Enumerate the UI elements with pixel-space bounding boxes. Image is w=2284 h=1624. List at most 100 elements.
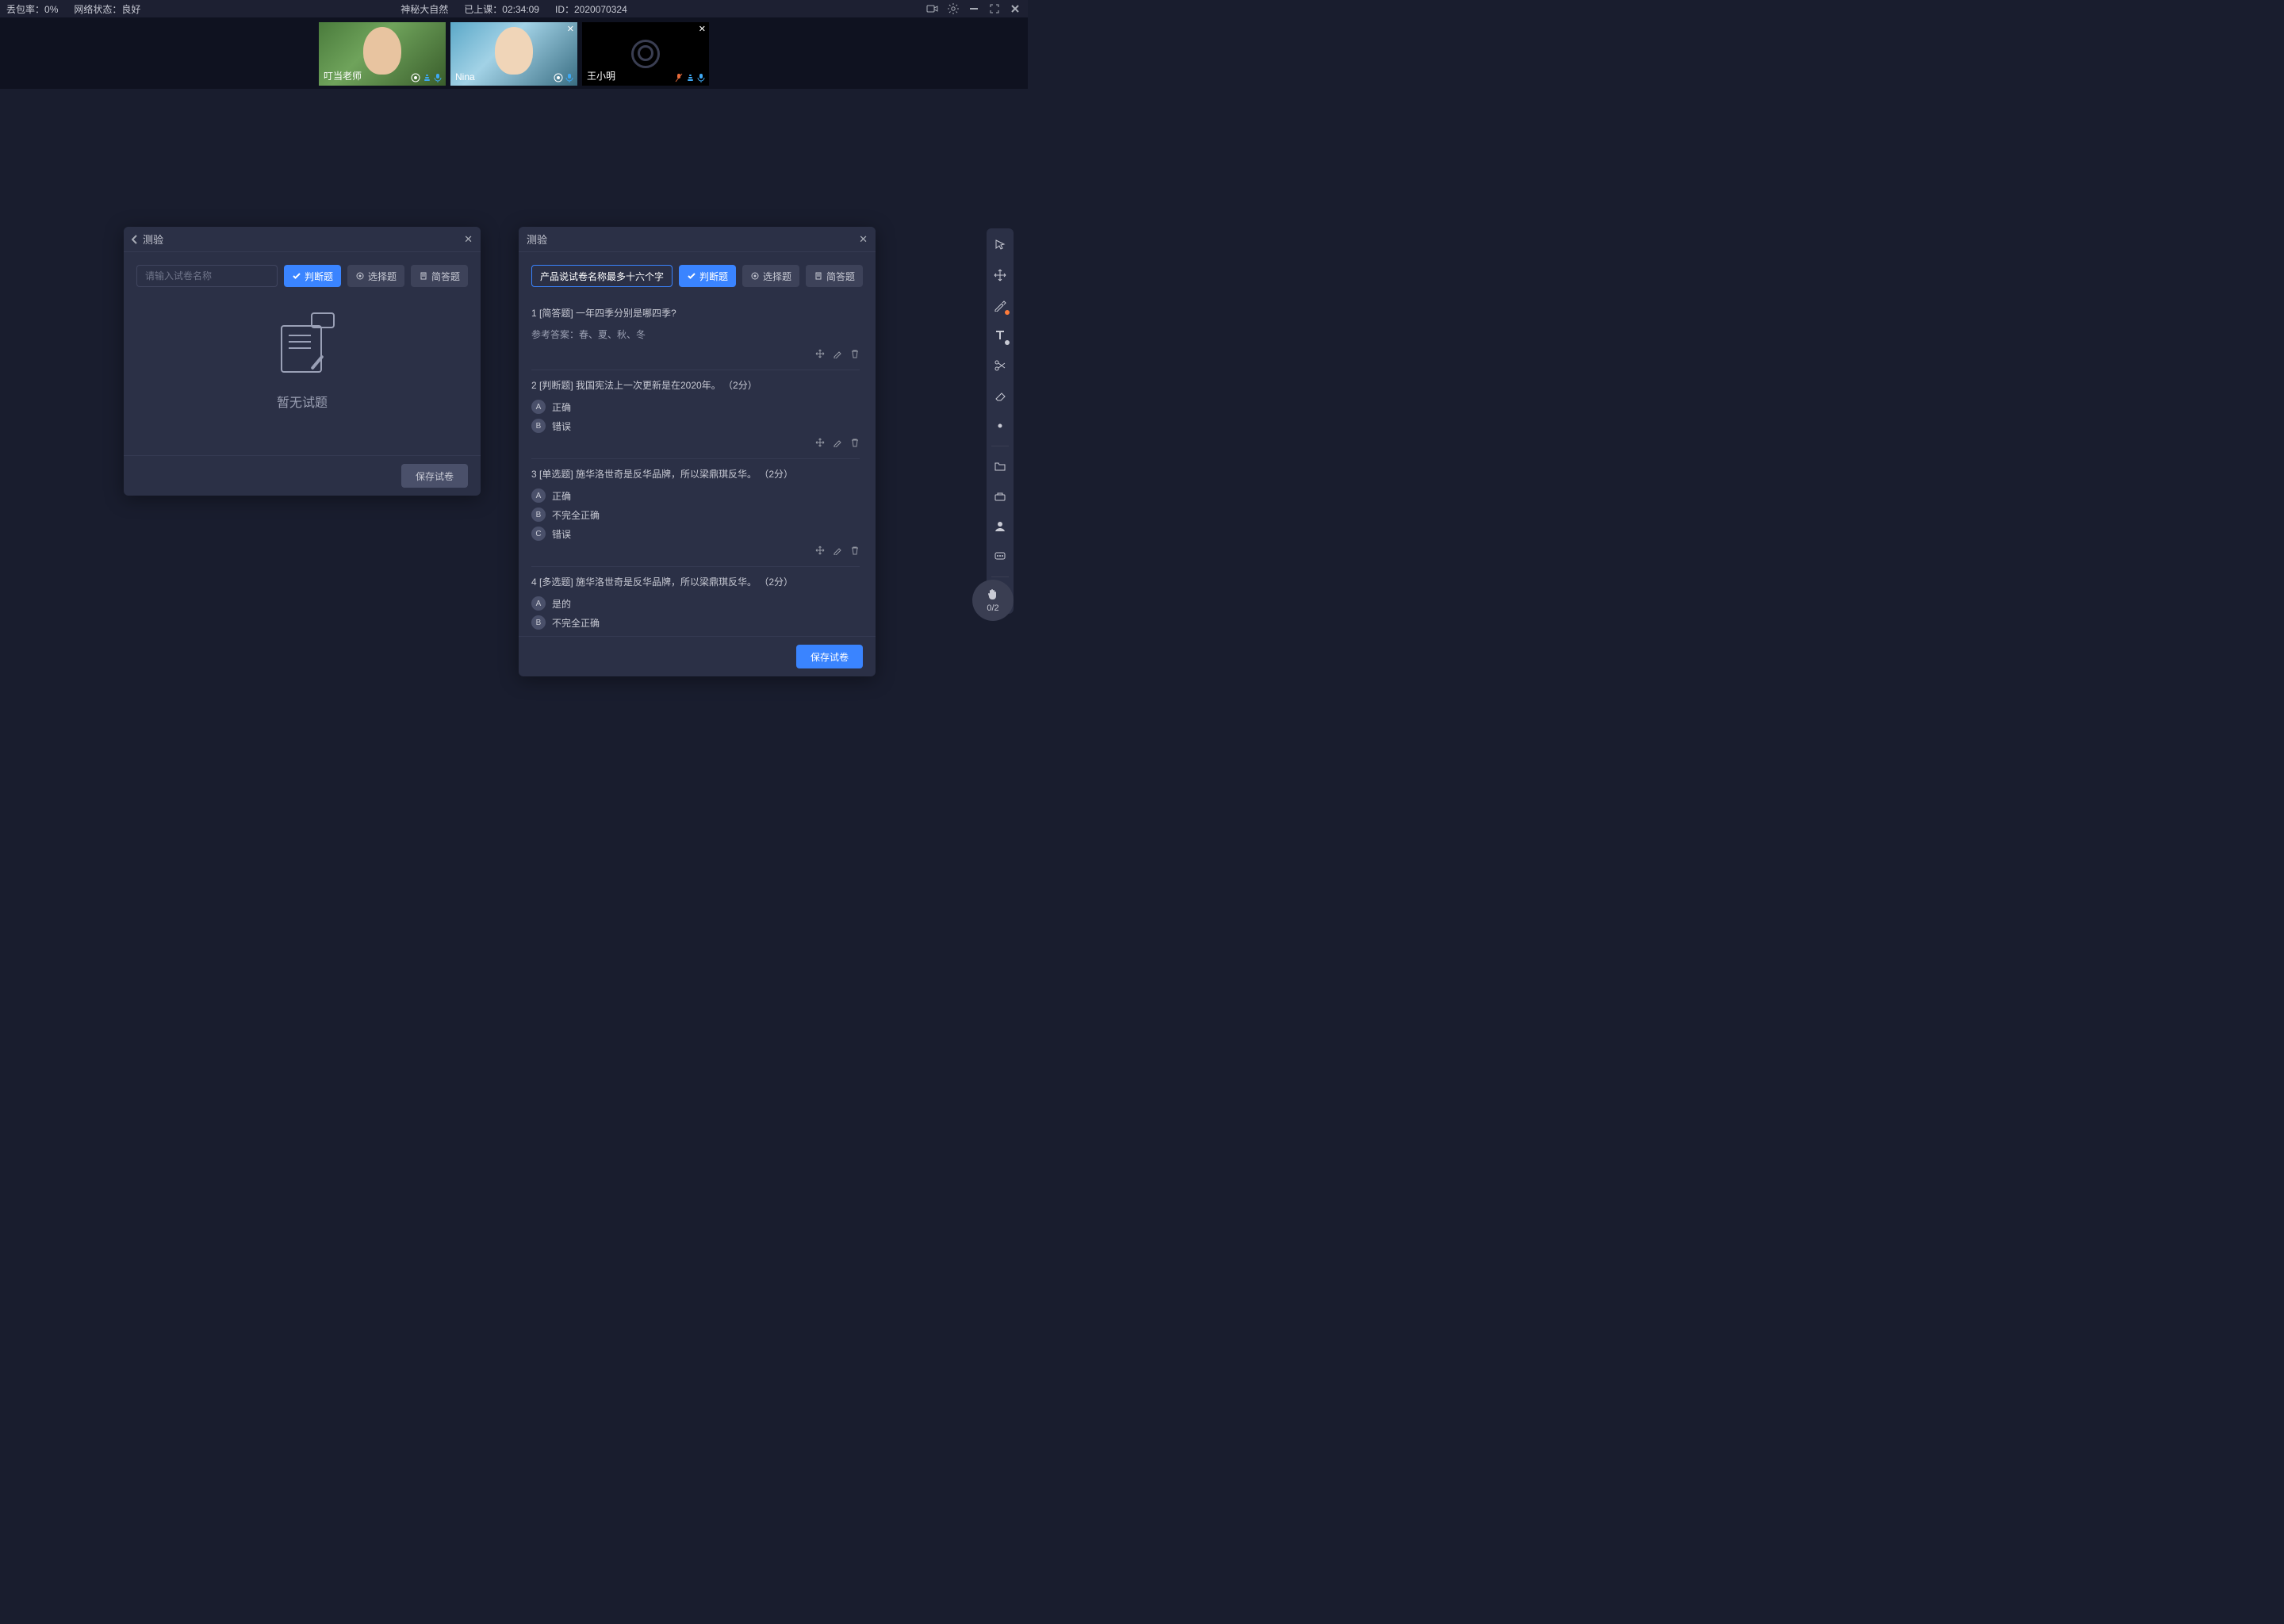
question-type-judge-button[interactable]: 判断题 xyxy=(284,265,341,287)
short-label: 简答题 xyxy=(826,270,855,283)
panel-close-icon[interactable]: ✕ xyxy=(464,233,473,246)
question-option[interactable]: B 错误 xyxy=(531,419,860,433)
user-tool-icon[interactable] xyxy=(990,516,1010,537)
chat-tool-icon[interactable] xyxy=(990,546,1010,567)
elapsed: 已上课：02:34:09 xyxy=(464,2,539,16)
judge-icon xyxy=(687,271,696,281)
option-badge: A xyxy=(531,400,546,414)
option-badge: C xyxy=(531,527,546,541)
judge-icon xyxy=(292,271,301,281)
hand-count: 0/2 xyxy=(987,603,998,613)
choice-icon xyxy=(750,271,760,281)
delete-icon[interactable] xyxy=(850,349,860,358)
sound-wave-icon xyxy=(554,73,563,82)
panel-header: 测验 ✕ xyxy=(124,227,481,252)
toolbox-icon[interactable] xyxy=(990,486,1010,507)
question-type-choice-button[interactable]: 选择题 xyxy=(742,265,799,287)
panel-back-icon[interactable] xyxy=(132,235,138,244)
elapsed-label: 已上课： xyxy=(464,4,502,15)
video-tile-student[interactable]: ✕ 王小明 xyxy=(582,22,709,86)
window-controls xyxy=(926,2,1021,15)
question-list[interactable]: 1 [简答题] 一年四季分别是哪四季?参考答案：春、夏、秋、冬2 [判断题] 我… xyxy=(531,298,863,631)
question-actions xyxy=(531,438,860,447)
choice-label: 选择题 xyxy=(368,270,397,283)
video-tile-teacher[interactable]: 叮当老师 xyxy=(319,22,446,86)
option-badge: B xyxy=(531,615,546,630)
option-text: 错误 xyxy=(552,419,571,433)
short-label: 简答题 xyxy=(431,270,460,283)
settings-gear-icon[interactable] xyxy=(947,2,960,15)
pen-tool-icon[interactable] xyxy=(990,295,1010,316)
move-tool-icon[interactable] xyxy=(990,265,1010,285)
answer-reference: 参考答案：春、夏、秋、冬 xyxy=(531,327,860,341)
id-value: 2020070324 xyxy=(574,4,627,15)
question-type-short-button[interactable]: 简答题 xyxy=(411,265,468,287)
video-icons xyxy=(554,73,574,82)
question-option[interactable]: B不完全正确 xyxy=(531,508,860,522)
question-option[interactable]: A正确 xyxy=(531,488,860,503)
option-text: 正确 xyxy=(552,400,571,414)
mic-icon xyxy=(696,73,706,82)
move-icon[interactable] xyxy=(815,349,825,358)
choice-label: 选择题 xyxy=(763,270,791,283)
video-icons xyxy=(674,73,706,82)
video-close-icon[interactable]: ✕ xyxy=(567,24,574,34)
eraser-tool-icon[interactable] xyxy=(990,385,1010,406)
scissors-tool-icon[interactable] xyxy=(990,355,1010,376)
option-badge: A xyxy=(531,596,546,611)
question-actions xyxy=(531,349,860,358)
question-option[interactable]: A 是的 xyxy=(531,596,860,611)
text-tool-icon[interactable] xyxy=(990,325,1010,346)
network-label: 网络状态： xyxy=(74,4,121,15)
hand-raise-bubble[interactable]: 0/2 xyxy=(972,580,1014,621)
pointer-tool-icon[interactable] xyxy=(990,235,1010,255)
top-status-bar: 丢包率：0% 网络状态：良好 神秘大自然 已上课：02:34:09 ID：202… xyxy=(0,0,1028,17)
video-tile-nina[interactable]: ✕ Nina xyxy=(450,22,577,86)
option-text: 是的 xyxy=(552,597,571,611)
move-icon[interactable] xyxy=(815,438,825,447)
delete-icon[interactable] xyxy=(850,546,860,555)
empty-label: 暂无试题 xyxy=(277,392,328,411)
edit-icon[interactable] xyxy=(833,349,842,358)
save-quiz-button[interactable]: 保存试卷 xyxy=(796,645,863,668)
packet-loss-value: 0% xyxy=(44,4,58,15)
edit-icon[interactable] xyxy=(833,438,842,447)
question-item: 1 [简答题] 一年四季分别是哪四季?参考答案：春、夏、秋、冬 xyxy=(531,298,860,370)
quiz-panel-filled: 测验 ✕ 判断题 选择题 简答题 1 [简答题] 一年四季分别是哪四季?参考答案… xyxy=(519,227,876,676)
option-badge: B xyxy=(531,419,546,433)
delete-icon[interactable] xyxy=(850,438,860,447)
folder-tool-icon[interactable] xyxy=(990,456,1010,477)
packet-loss-label: 丢包率： xyxy=(6,4,44,15)
short-icon xyxy=(419,271,428,281)
save-quiz-button-disabled[interactable]: 保存试卷 xyxy=(401,464,468,488)
video-close-icon[interactable]: ✕ xyxy=(699,24,706,34)
close-window-icon[interactable] xyxy=(1009,2,1021,15)
video-strip: 叮当老师 ✕ Nina ✕ 王小明 xyxy=(0,17,1028,89)
question-option[interactable]: B不完全正确 xyxy=(531,615,860,630)
panel-title: 测验 xyxy=(527,232,547,247)
video-icons xyxy=(411,73,443,82)
laser-tool-icon[interactable] xyxy=(990,416,1010,436)
question-title: 4 [多选题] 施华洛世奇是反华品牌，所以梁鼎琪反华。 （2分） xyxy=(531,575,860,588)
quiz-name-input-empty[interactable] xyxy=(136,265,278,287)
session-id: ID：2020070324 xyxy=(555,2,627,16)
edit-icon[interactable] xyxy=(833,546,842,555)
choice-icon xyxy=(355,271,365,281)
mic-icon xyxy=(433,73,443,82)
toolbar-separator xyxy=(991,576,1009,577)
quiz-name-input[interactable] xyxy=(531,265,673,287)
minimize-icon[interactable] xyxy=(968,2,980,15)
top-left-group: 丢包率：0% 网络状态：良好 xyxy=(6,2,140,16)
question-type-judge-button[interactable]: 判断题 xyxy=(679,265,736,287)
camera-toggle-icon[interactable] xyxy=(926,2,939,15)
question-option[interactable]: C错误 xyxy=(531,527,860,541)
avatar-placeholder xyxy=(495,27,533,75)
question-option[interactable]: A 正确 xyxy=(531,400,860,414)
move-icon[interactable] xyxy=(815,546,825,555)
question-type-short-button[interactable]: 简答题 xyxy=(806,265,863,287)
question-type-choice-button[interactable]: 选择题 xyxy=(347,265,404,287)
maximize-icon[interactable] xyxy=(988,2,1001,15)
avatar-placeholder xyxy=(363,27,401,75)
panel-close-icon[interactable]: ✕ xyxy=(859,233,868,246)
question-actions xyxy=(531,546,860,555)
